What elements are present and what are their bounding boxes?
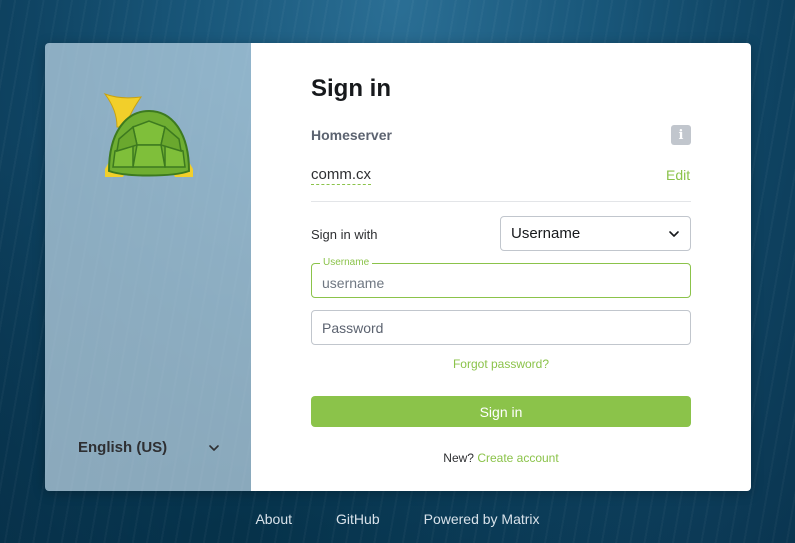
footer-link-github[interactable]: GitHub [336,511,380,527]
forgot-password-link[interactable]: Forgot password? [311,357,691,371]
chevron-down-icon [669,230,679,237]
info-glyph: i [678,127,684,143]
divider [311,201,691,202]
chevron-down-icon [209,444,219,451]
footer-link-powered-by-matrix[interactable]: Powered by Matrix [424,511,540,527]
homeserver-value: comm.cx [311,166,371,185]
auth-form-panel: Sign in Homeserver i comm.cx Edit Sign i… [251,43,751,491]
page-title: Sign in [311,75,391,102]
homeserver-label: Homeserver [311,127,392,143]
username-field-wrapper: Username [311,257,691,298]
language-label: English (US) [78,439,168,456]
create-account-row: New? Create account [311,451,691,465]
login-type-value: Username [511,225,581,242]
turtle-with-horn-icon [103,92,193,177]
auth-sidebar: English (US) [45,43,251,491]
sign-in-button[interactable]: Sign in [311,396,691,427]
login-type-select[interactable]: Username [500,216,691,251]
footer-link-about[interactable]: About [255,511,292,527]
username-float-label: Username [320,257,373,269]
language-dropdown[interactable]: English (US) [78,439,220,456]
info-icon[interactable]: i [671,125,691,145]
create-account-link[interactable]: Create account [477,451,558,465]
password-field-wrapper [311,310,691,345]
edit-homeserver-link[interactable]: Edit [666,167,690,183]
sign-in-with-label: Sign in with [311,227,378,242]
password-input[interactable] [312,311,690,344]
footer: About GitHub Powered by Matrix [0,511,795,527]
auth-card: English (US) Sign in Homeserver i comm.c… [45,43,751,491]
new-prefix: New? [443,451,474,465]
